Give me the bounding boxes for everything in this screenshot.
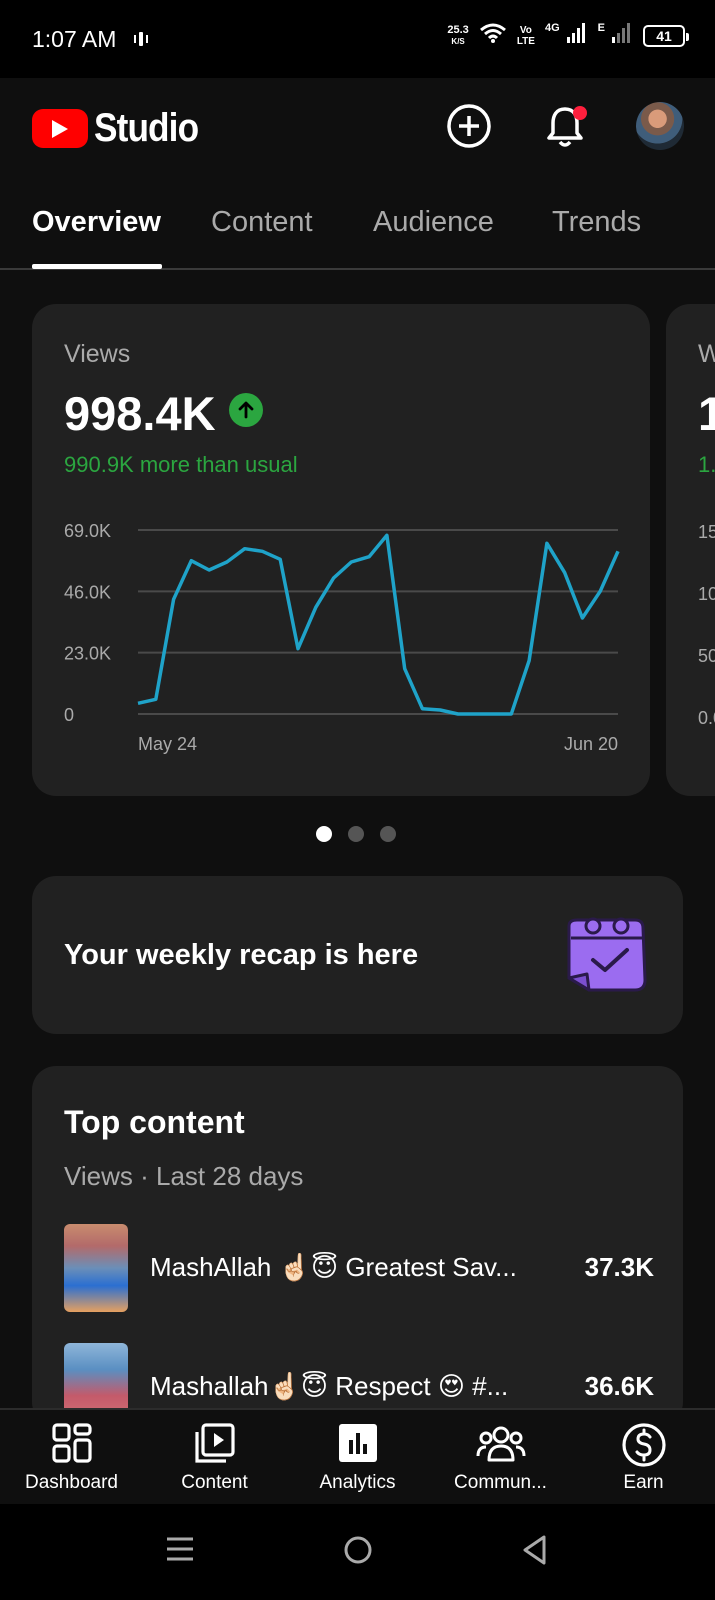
y-tick-label: 46.0K [64, 582, 111, 602]
nav-label: Analytics [319, 1472, 396, 1493]
calendar-check-icon [567, 917, 647, 992]
video-title: Mashallah☝🏻😇 Respect 😍 #... [150, 1371, 509, 1401]
battery-icon: 41 [643, 24, 689, 47]
notifications-button[interactable] [539, 100, 591, 152]
active-tab-indicator [32, 264, 162, 269]
earn-icon [621, 1423, 666, 1467]
status-bar: 1:07 AM 25.3 K/S Vo LTE 4G E 41 [0, 0, 715, 78]
y-tick-label: 0 [64, 705, 74, 725]
nav-label: Dashboard [25, 1472, 118, 1493]
nav-content[interactable]: Content [143, 1410, 286, 1506]
views-series-line [137, 533, 620, 716]
tab-audience[interactable]: Audience [373, 206, 494, 239]
carousel-dot[interactable] [348, 826, 364, 842]
signal-icon-2 [611, 22, 633, 49]
carousel-indicator [316, 826, 396, 842]
community-icon [476, 1426, 525, 1462]
network-4g-label: 4G [544, 21, 560, 34]
top-content-card: Top content Views · Last 28 days MashAll… [32, 1066, 683, 1426]
bottom-navigation: Dashboard Content Analytics Commun... Ea… [0, 1408, 715, 1504]
nav-label: Commun... [454, 1472, 547, 1493]
peek-value: 1 [698, 387, 715, 440]
vibrate-icon [133, 30, 149, 53]
recap-text: Your weekly recap is here [64, 939, 419, 971]
video-title: MashAllah ☝🏻😇 Greatest Sav... [150, 1252, 517, 1282]
x-tick-label: Jun 20 [564, 734, 618, 754]
y-tick-label: 69.0K [64, 521, 111, 541]
next-metric-card[interactable]: W 1 1. 15 10 50 0.0 [666, 304, 715, 796]
nav-dashboard[interactable]: Dashboard [0, 1410, 143, 1506]
analytics-icon [338, 1424, 377, 1462]
app-header: Studio [0, 78, 715, 178]
views-line-chart: 69.0K 46.0K 23.0K 0 May 24 Jun 20 [64, 521, 620, 754]
carousel-dot[interactable] [316, 826, 332, 842]
status-time: 1:07 AM [32, 26, 117, 52]
video-views: 37.3K [584, 1252, 654, 1282]
dashboard-icon [51, 1423, 92, 1463]
nav-label: Content [181, 1472, 248, 1493]
video-views: 36.6K [584, 1371, 654, 1401]
system-navigation-bar [0, 1504, 715, 1600]
peek-ytick: 50 [698, 646, 715, 666]
tab-bar: Overview Content Audience Trends [0, 190, 715, 270]
peek-ytick: 15 [698, 522, 715, 542]
youtube-studio-logo[interactable]: Studio [32, 106, 212, 151]
volte-indicator: Vo LTE [516, 24, 535, 47]
signal-icon [566, 22, 588, 49]
views-metric-card[interactable]: Views 998.4K 990.9K more than usual 69.0… [32, 304, 650, 796]
nav-earn[interactable]: Earn [572, 1410, 715, 1506]
tab-overview[interactable]: Overview [32, 206, 161, 239]
peek-ytick: 0.0 [698, 708, 715, 728]
logo-text: Studio [94, 106, 199, 150]
back-icon[interactable] [520, 1534, 550, 1566]
create-button[interactable] [443, 100, 495, 152]
menu-icon[interactable] [165, 1534, 195, 1564]
peek-comparison: 1. [698, 452, 715, 477]
avatar[interactable] [636, 102, 684, 150]
video-thumbnail [64, 1224, 128, 1312]
y-tick-label: 23.0K [64, 644, 111, 664]
youtube-play-icon [32, 109, 88, 148]
nav-label: Earn [623, 1472, 664, 1493]
network-e-label: E [597, 21, 605, 34]
notification-badge [573, 106, 587, 120]
network-speed: 25.3 K/S [447, 23, 469, 46]
x-tick-label: May 24 [138, 734, 197, 754]
top-content-subtitle: Views · Last 28 days [64, 1161, 304, 1191]
top-content-title: Top content [64, 1104, 245, 1140]
peek-label: W [698, 340, 715, 368]
tab-content[interactable]: Content [211, 206, 313, 239]
nav-community[interactable]: Commun... [429, 1410, 572, 1506]
wifi-icon [479, 22, 507, 49]
carousel-dot[interactable] [380, 826, 396, 842]
home-icon[interactable] [342, 1534, 374, 1566]
tab-trends[interactable]: Trends [552, 206, 641, 239]
peek-ytick: 10 [698, 584, 715, 604]
nav-analytics[interactable]: Analytics [286, 1410, 429, 1506]
weekly-recap-card[interactable]: Your weekly recap is here [32, 876, 683, 1034]
content-icon [194, 1423, 235, 1463]
top-content-row[interactable]: MashAllah ☝🏻😇 Greatest Sav... 37.3K [64, 1224, 654, 1312]
create-icon [447, 104, 491, 148]
